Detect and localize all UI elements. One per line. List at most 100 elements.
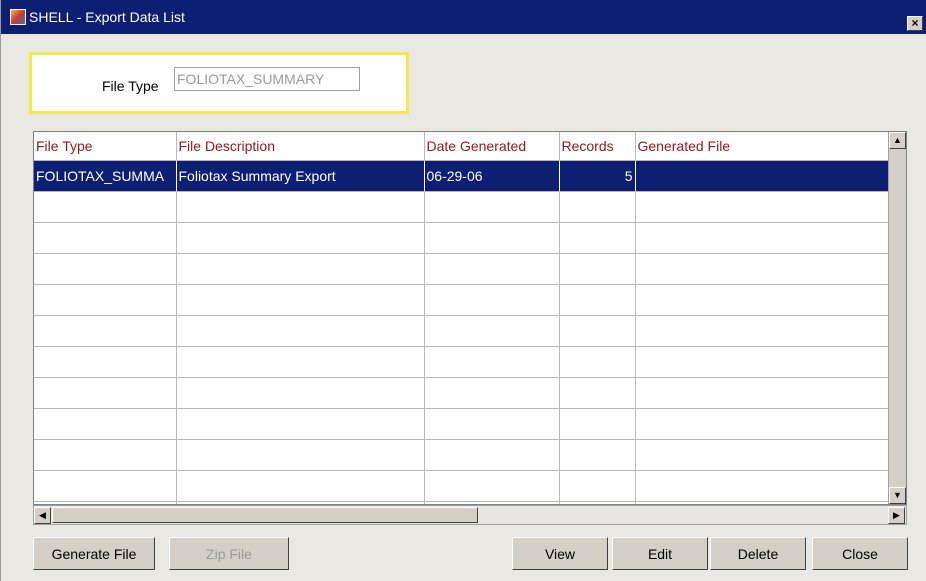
empty-cell[interactable]: [635, 191, 891, 223]
scroll-right-button[interactable]: ▶: [888, 507, 905, 524]
empty-cell[interactable]: [635, 408, 891, 440]
empty-cell[interactable]: [34, 408, 177, 440]
close-window-button[interactable]: ×: [907, 16, 923, 31]
app-icon: [10, 9, 26, 25]
triangle-right-icon: ▶: [893, 510, 900, 520]
empty-cell[interactable]: [424, 439, 560, 471]
empty-cell[interactable]: [424, 222, 560, 254]
cell-records[interactable]: 5: [559, 160, 636, 192]
triangle-down-icon: ▼: [893, 490, 902, 500]
empty-cell[interactable]: [424, 408, 560, 440]
empty-table-row[interactable]: [34, 439, 891, 471]
empty-cell[interactable]: [34, 191, 177, 223]
empty-cell[interactable]: [34, 377, 177, 409]
title-bar[interactable]: SHELL - Export Data List ×: [1, 0, 926, 34]
empty-cell[interactable]: [34, 253, 177, 285]
file-type-input[interactable]: FOLIOTAX_SUMMARY: [174, 67, 360, 91]
triangle-up-icon: ▲: [893, 135, 902, 145]
empty-cell[interactable]: [424, 315, 560, 347]
generate-file-button[interactable]: Generate File: [33, 537, 155, 570]
empty-table-row[interactable]: [34, 408, 891, 440]
cell-generated-file[interactable]: [635, 160, 891, 192]
empty-cell[interactable]: [559, 284, 636, 316]
empty-table-row[interactable]: [34, 377, 891, 409]
empty-cell[interactable]: [559, 439, 636, 471]
scroll-left-button[interactable]: ◀: [34, 507, 51, 524]
empty-cell[interactable]: [635, 222, 891, 254]
empty-cell[interactable]: [176, 377, 425, 409]
empty-cell[interactable]: [559, 222, 636, 254]
view-button[interactable]: View: [512, 537, 608, 570]
empty-cell[interactable]: [635, 284, 891, 316]
empty-cell[interactable]: [34, 470, 177, 502]
empty-cell[interactable]: [34, 222, 177, 254]
empty-cell[interactable]: [635, 315, 891, 347]
empty-cell[interactable]: [424, 191, 560, 223]
column-header-date-generated[interactable]: Date Generated: [424, 132, 560, 161]
horizontal-scroll-thumb[interactable]: [52, 507, 478, 523]
empty-cell[interactable]: [176, 315, 425, 347]
empty-table-row[interactable]: [34, 253, 891, 285]
close-icon: ×: [911, 16, 919, 30]
empty-cell[interactable]: [176, 284, 425, 316]
zip-file-button[interactable]: Zip File: [169, 537, 289, 570]
empty-cell[interactable]: [176, 408, 425, 440]
empty-cell[interactable]: [176, 346, 425, 378]
export-data-list-window: SHELL - Export Data List × File Type FOL…: [0, 0, 926, 581]
close-button[interactable]: Close: [812, 537, 908, 570]
cell-file-type[interactable]: FOLIOTAX_SUMMA: [34, 160, 177, 192]
vertical-scrollbar[interactable]: ▲ ▼: [888, 132, 906, 504]
scroll-down-button[interactable]: ▼: [889, 487, 906, 504]
empty-table-row[interactable]: [34, 191, 891, 223]
table-row[interactable]: FOLIOTAX_SUMMA Foliotax Summary Export 0…: [34, 160, 891, 192]
empty-cell[interactable]: [34, 315, 177, 347]
empty-cell[interactable]: [635, 377, 891, 409]
empty-cell[interactable]: [559, 470, 636, 502]
empty-cell[interactable]: [559, 377, 636, 409]
empty-cell[interactable]: [176, 222, 425, 254]
empty-cell[interactable]: [424, 253, 560, 285]
delete-button[interactable]: Delete: [710, 537, 806, 570]
empty-table-row[interactable]: [34, 284, 891, 316]
column-header-generated-file[interactable]: Generated File: [635, 132, 891, 161]
horizontal-scrollbar[interactable]: ◀ ▶: [33, 505, 907, 525]
file-type-label: File Type: [102, 78, 159, 94]
column-header-file-description[interactable]: File Description: [176, 132, 425, 161]
file-type-filter-group: File Type FOLIOTAX_SUMMARY: [29, 52, 409, 114]
export-data-table: File Type File Description Date Generate…: [34, 132, 891, 504]
edit-button[interactable]: Edit: [612, 537, 708, 570]
empty-table-row[interactable]: [34, 346, 891, 378]
empty-cell[interactable]: [559, 315, 636, 347]
empty-cell[interactable]: [559, 346, 636, 378]
empty-cell[interactable]: [559, 253, 636, 285]
empty-cell[interactable]: [635, 253, 891, 285]
empty-cell[interactable]: [176, 253, 425, 285]
empty-cell[interactable]: [635, 470, 891, 502]
empty-cell[interactable]: [635, 346, 891, 378]
column-header-records[interactable]: Records: [559, 132, 636, 161]
empty-cell[interactable]: [34, 346, 177, 378]
triangle-left-icon: ◀: [39, 510, 46, 520]
empty-cell[interactable]: [559, 408, 636, 440]
empty-table-row[interactable]: [34, 222, 891, 254]
window-title: SHELL - Export Data List: [29, 9, 185, 25]
empty-cell[interactable]: [424, 377, 560, 409]
export-data-grid: File Type File Description Date Generate…: [33, 131, 907, 505]
empty-cell[interactable]: [424, 470, 560, 502]
empty-cell[interactable]: [635, 439, 891, 471]
empty-cell[interactable]: [424, 346, 560, 378]
empty-cell[interactable]: [34, 439, 177, 471]
table-header-row: File Type File Description Date Generate…: [34, 132, 891, 161]
empty-table-row[interactable]: [34, 470, 891, 502]
empty-cell[interactable]: [176, 470, 425, 502]
cell-date-generated[interactable]: 06-29-06: [424, 160, 560, 192]
scroll-up-button[interactable]: ▲: [889, 132, 906, 149]
empty-cell[interactable]: [559, 191, 636, 223]
empty-cell[interactable]: [176, 191, 425, 223]
empty-table-row[interactable]: [34, 315, 891, 347]
empty-cell[interactable]: [176, 439, 425, 471]
empty-cell[interactable]: [424, 284, 560, 316]
cell-file-description[interactable]: Foliotax Summary Export: [176, 160, 425, 192]
column-header-file-type[interactable]: File Type: [34, 132, 177, 161]
empty-cell[interactable]: [34, 284, 177, 316]
